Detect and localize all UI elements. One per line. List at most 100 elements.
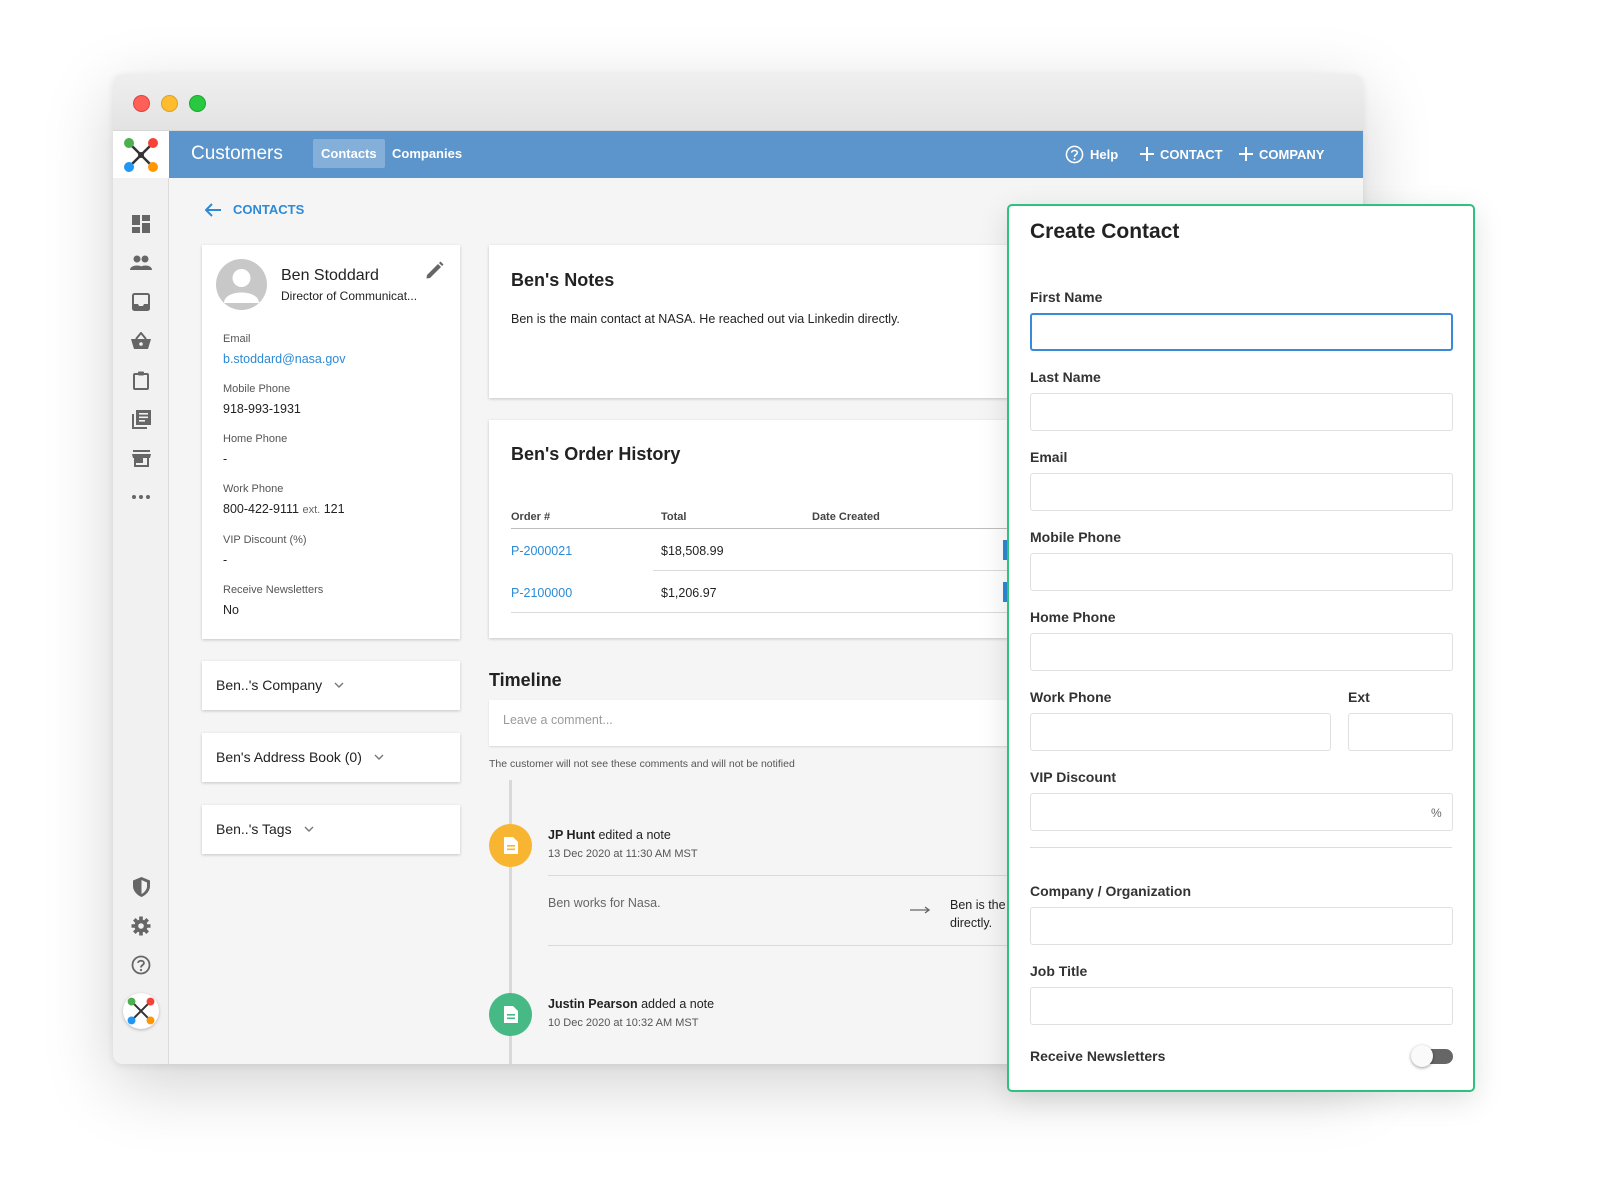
vip-discount-input[interactable] bbox=[1030, 793, 1453, 831]
add-contact-button[interactable]: CONTACT bbox=[1140, 143, 1223, 165]
add-contact-label: CONTACT bbox=[1160, 146, 1223, 162]
arrow-right-icon bbox=[910, 901, 931, 919]
contact-details-card: Ben Stoddard Director of Communicat... E… bbox=[202, 245, 460, 639]
contact-name: Ben Stoddard bbox=[281, 267, 379, 284]
timeline-title: Timeline bbox=[489, 670, 562, 690]
company-input[interactable] bbox=[1030, 907, 1453, 945]
add-company-button[interactable]: COMPANY bbox=[1239, 143, 1324, 165]
gear-icon[interactable] bbox=[130, 915, 152, 937]
timeline-note-edited-badge bbox=[489, 824, 532, 867]
vip-discount-value: - bbox=[223, 553, 228, 567]
timeline-entry-header: JP Hunt edited a note bbox=[548, 828, 671, 842]
newsletters-toggle[interactable] bbox=[1411, 1045, 1453, 1067]
create-contact-title: Create Contact bbox=[1030, 220, 1180, 243]
timeline-action: edited a note bbox=[598, 828, 671, 842]
timeline-note-added-badge bbox=[489, 993, 532, 1036]
user-avatar-logo[interactable] bbox=[123, 993, 159, 1029]
home-phone-value: - bbox=[223, 452, 228, 466]
home-phone-label: Home Phone bbox=[1030, 609, 1116, 625]
store-icon[interactable] bbox=[130, 447, 152, 469]
dashboard-icon[interactable] bbox=[130, 213, 152, 235]
email-input[interactable] bbox=[1030, 473, 1453, 511]
email-value-link[interactable]: b.stoddard@nasa.gov bbox=[223, 352, 346, 366]
people-icon[interactable] bbox=[130, 252, 152, 274]
order-link[interactable]: P-2000021 bbox=[511, 544, 572, 558]
last-name-input[interactable] bbox=[1030, 393, 1453, 431]
tab-companies[interactable]: Companies bbox=[384, 139, 470, 168]
timeline-action: added a note bbox=[641, 997, 715, 1011]
help-circle-icon[interactable] bbox=[130, 954, 152, 976]
chevron-down-icon bbox=[334, 682, 344, 688]
app-logo-icon bbox=[124, 137, 158, 172]
create-contact-panel: Create Contact First Name Last Name Emai… bbox=[1007, 204, 1475, 1092]
work-phone-row: 800-422-9111 ext. 121 bbox=[223, 502, 345, 516]
first-name-input[interactable] bbox=[1030, 313, 1453, 351]
close-window-button[interactable] bbox=[133, 95, 150, 112]
tab-contacts[interactable]: Contacts bbox=[313, 139, 385, 168]
home-phone-input[interactable] bbox=[1030, 633, 1453, 671]
home-phone-label: Home Phone bbox=[223, 433, 288, 445]
mobile-phone-input[interactable] bbox=[1030, 553, 1453, 591]
back-label: CONTACTS bbox=[233, 202, 305, 217]
app-logo-icon bbox=[127, 997, 155, 1025]
email-label: Email bbox=[1030, 449, 1068, 465]
minimize-window-button[interactable] bbox=[161, 95, 178, 112]
timeline-user[interactable]: Justin Pearson bbox=[548, 997, 638, 1011]
clipboard-icon[interactable] bbox=[130, 369, 152, 391]
zoom-window-button[interactable] bbox=[189, 95, 206, 112]
edit-contact-button[interactable] bbox=[425, 261, 444, 285]
document-icon bbox=[503, 837, 518, 854]
shield-icon[interactable] bbox=[130, 876, 152, 898]
timeline-entry-divider bbox=[548, 875, 1029, 876]
work-phone-value: 800-422-9111 bbox=[223, 502, 299, 516]
notes-text: Ben is the main contact at NASA. He reac… bbox=[511, 312, 900, 326]
contact-job-title: Director of Communicat... bbox=[281, 289, 418, 303]
timeline-user[interactable]: JP Hunt bbox=[548, 828, 595, 842]
ext-input[interactable] bbox=[1348, 713, 1453, 751]
plus-icon bbox=[1140, 147, 1154, 161]
job-title-label: Job Title bbox=[1030, 963, 1088, 979]
notes-title: Ben's Notes bbox=[511, 270, 615, 290]
sidebar bbox=[113, 131, 169, 1064]
library-icon[interactable] bbox=[130, 408, 152, 430]
basket-icon[interactable] bbox=[130, 330, 152, 352]
job-title-input[interactable] bbox=[1030, 987, 1453, 1025]
chevron-down-icon bbox=[304, 826, 314, 832]
table-header-divider bbox=[511, 528, 1049, 529]
pencil-icon bbox=[426, 261, 444, 279]
toggle-knob bbox=[1411, 1045, 1433, 1067]
last-name-label: Last Name bbox=[1030, 369, 1101, 385]
chevron-down-icon bbox=[374, 754, 384, 760]
timeline-new-value-line: directly. bbox=[950, 916, 993, 930]
inbox-icon[interactable] bbox=[130, 291, 152, 313]
address-book-accordion[interactable]: Ben's Address Book (0) bbox=[202, 733, 460, 782]
order-total: $1,206.97 bbox=[661, 586, 717, 600]
notes-card: Ben's Notes Ben is the main contact at N… bbox=[489, 245, 1049, 398]
order-number-column-header: Order # bbox=[511, 511, 551, 523]
mobile-phone-value: 918-993-1931 bbox=[223, 402, 301, 416]
newsletters-value: No bbox=[223, 603, 239, 617]
tags-accordion[interactable]: Ben..'s Tags bbox=[202, 805, 460, 854]
vip-discount-label: VIP Discount (%) bbox=[223, 534, 307, 546]
help-button[interactable]: Help bbox=[1065, 143, 1118, 165]
comment-helper-text: The customer will not see these comments… bbox=[489, 758, 795, 770]
timeline-old-value: Ben works for Nasa. bbox=[548, 896, 661, 910]
back-to-contacts-link[interactable]: CONTACTS bbox=[205, 202, 304, 217]
first-name-label: First Name bbox=[1030, 289, 1103, 305]
app-logo[interactable] bbox=[113, 131, 169, 178]
company-accordion[interactable]: Ben..'s Company bbox=[202, 661, 460, 710]
order-link[interactable]: P-2100000 bbox=[511, 586, 572, 600]
timeline-entry-divider bbox=[548, 945, 1029, 946]
timeline-entry-header: Justin Pearson added a note bbox=[548, 997, 714, 1011]
contact-avatar bbox=[216, 259, 267, 310]
percent-suffix: % bbox=[1431, 806, 1442, 820]
date-created-column-header: Date Created bbox=[812, 511, 880, 523]
comment-input[interactable] bbox=[503, 713, 1003, 727]
app-title: Customers bbox=[191, 143, 283, 164]
work-phone-input[interactable] bbox=[1030, 713, 1331, 751]
person-icon bbox=[224, 269, 259, 303]
more-icon[interactable] bbox=[130, 486, 152, 508]
plus-icon bbox=[1239, 147, 1253, 161]
work-phone-label: Work Phone bbox=[223, 483, 284, 495]
timeline-new-value-line: Ben is the r bbox=[950, 898, 1014, 912]
